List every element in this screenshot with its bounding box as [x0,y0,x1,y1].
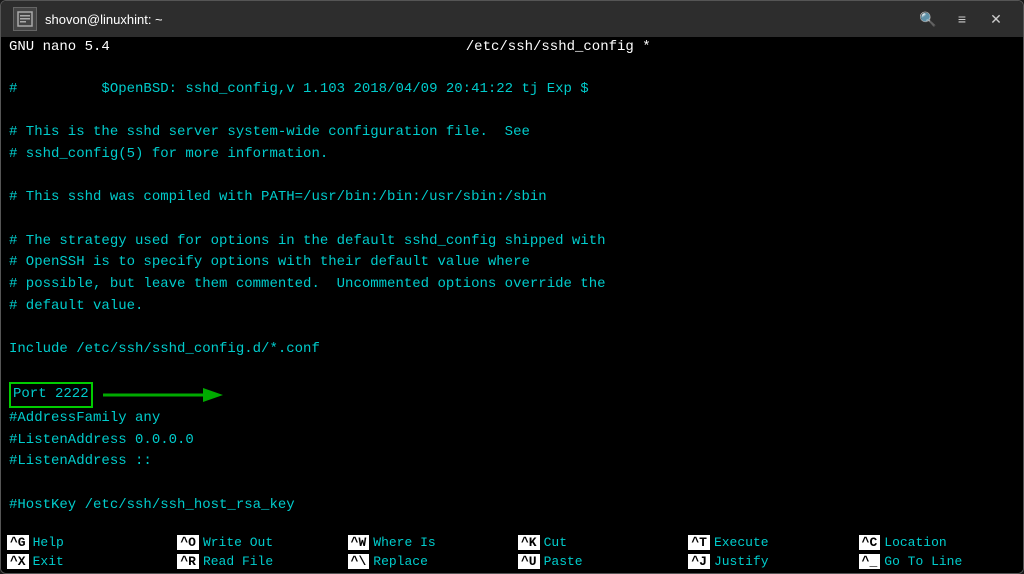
line-10: # possible, but leave them commented. Un… [9,276,606,292]
terminal-window: shovon@linuxhint: ~ 🔍 ≡ ✕ GNU nano 5.4 /… [0,0,1024,574]
nano-version: GNU nano 5.4 [9,39,110,55]
line-17: #ListenAddress 0.0.0.0 [9,432,194,448]
menu-writeout: ^O Write Out [171,533,341,552]
menu-justify: ^J Justify [682,552,852,571]
line-20: #HostKey /etc/ssh/ssh_host_rsa_key [9,497,295,513]
label-whereis: Where Is [373,535,435,550]
title-bar: shovon@linuxhint: ~ 🔍 ≡ ✕ [1,1,1023,37]
label-location: Location [884,535,946,550]
line-9: # OpenSSH is to specify options with the… [9,254,530,270]
key-g: ^G [7,535,29,550]
line-6: # This sshd was compiled with PATH=/usr/… [9,189,547,205]
key-backslash: ^\ [348,554,370,569]
key-w: ^W [348,535,370,550]
label-writeout: Write Out [203,535,273,550]
key-r: ^R [177,554,199,569]
nano-top-bar: GNU nano 5.4 /etc/ssh/sshd_config * [1,37,1023,57]
nano-filename: /etc/ssh/sshd_config * [466,39,651,55]
menu-execute: ^T Execute [682,533,852,552]
window-icon [13,7,37,31]
label-justify: Justify [714,554,769,569]
search-button[interactable]: 🔍 [913,6,943,32]
label-execute: Execute [714,535,769,550]
port-highlight: Port 2222 [9,382,93,408]
close-button[interactable]: ✕ [981,6,1011,32]
label-help: Help [33,535,64,550]
key-t: ^T [688,535,710,550]
menu-cut: ^K Cut [512,533,682,552]
label-cut: Cut [544,535,567,550]
line-18: #ListenAddress :: [9,453,152,469]
menu-replace: ^\ Replace [342,552,512,571]
window-title: shovon@linuxhint: ~ [45,12,163,27]
menu-whereis: ^W Where Is [342,533,512,552]
green-arrow-icon [103,384,223,406]
line-1: # $OpenBSD: sshd_config,v 1.103 2018/04/… [9,81,589,97]
editor-content: # $OpenBSD: sshd_config,v 1.103 2018/04/… [9,57,1015,531]
line-8: # The strategy used for options in the d… [9,233,606,249]
title-bar-left: shovon@linuxhint: ~ [13,7,163,31]
port-line-wrapper: Port 2222 [9,382,223,408]
key-o: ^O [177,535,199,550]
line-15: Port 2222 [9,386,223,402]
key-k: ^K [518,535,540,550]
key-u: ^U [518,554,540,569]
label-exit: Exit [33,554,64,569]
menu-button[interactable]: ≡ [947,6,977,32]
menu-gotoline: ^_ Go To Line [853,552,1023,571]
menu-readfile: ^R Read File [171,552,341,571]
title-bar-controls: 🔍 ≡ ✕ [913,6,1011,32]
key-c: ^C [859,535,881,550]
label-gotoline: Go To Line [884,554,962,569]
line-16: #AddressFamily any [9,410,160,426]
editor-area[interactable]: # $OpenBSD: sshd_config,v 1.103 2018/04/… [1,57,1023,531]
label-readfile: Read File [203,554,273,569]
label-replace: Replace [373,554,428,569]
key-underscore: ^_ [859,554,881,569]
key-x: ^X [7,554,29,569]
key-j: ^J [688,554,710,569]
line-13: Include /etc/ssh/sshd_config.d/*.conf [9,341,320,357]
bottom-row-2: ^X Exit ^R Read File ^\ Replace ^U Paste… [1,552,1023,571]
menu-help: ^G Help [1,533,171,552]
label-paste: Paste [544,554,583,569]
line-11: # default value. [9,298,143,314]
line-4: # sshd_config(5) for more information. [9,146,328,162]
nano-right [1007,39,1015,55]
bottom-row-1: ^G Help ^O Write Out ^W Where Is ^K Cut … [1,533,1023,552]
bottom-bar: ^G Help ^O Write Out ^W Where Is ^K Cut … [1,531,1023,573]
line-3: # This is the sshd server system-wide co… [9,124,530,140]
menu-paste: ^U Paste [512,552,682,571]
menu-exit: ^X Exit [1,552,171,571]
menu-location: ^C Location [853,533,1023,552]
